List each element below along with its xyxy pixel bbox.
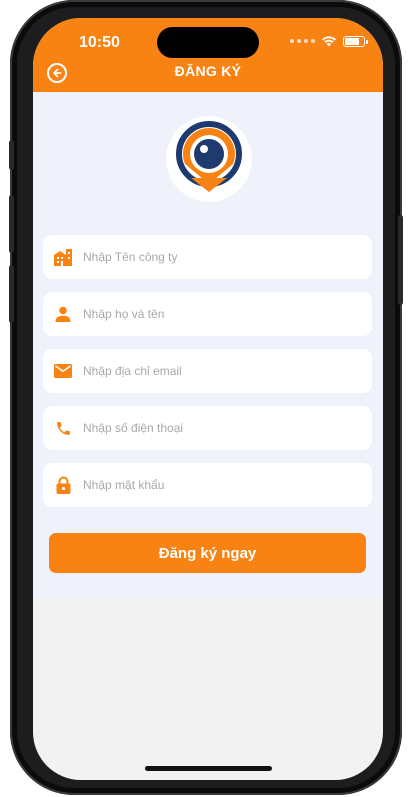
- eye-location-pin-logo: [166, 116, 252, 202]
- page-title: ĐĂNG KÝ: [174, 63, 242, 79]
- app-screen: 10:50 ĐĂNG KÝ Nhập Tên công ty Nhập họ v…: [33, 18, 383, 780]
- password-field[interactable]: [43, 463, 372, 507]
- wifi-icon: [322, 36, 336, 47]
- phone-input[interactable]: [83, 421, 353, 435]
- full-name-input[interactable]: [83, 307, 353, 321]
- password-input[interactable]: [83, 478, 353, 492]
- full-name-field[interactable]: [43, 292, 372, 336]
- home-indicator[interactable]: [145, 766, 272, 771]
- volume-up-button: [9, 195, 14, 253]
- power-button: [398, 215, 403, 305]
- phone-field[interactable]: [43, 406, 372, 450]
- battery-icon: [343, 35, 368, 47]
- person-icon: [53, 304, 73, 324]
- status-icons: [290, 35, 368, 47]
- company-name-input[interactable]: [83, 250, 353, 264]
- lock-icon: [53, 475, 73, 495]
- status-time: 10:50: [79, 34, 120, 51]
- email-input[interactable]: [83, 364, 353, 378]
- dynamic-island: [157, 27, 259, 58]
- header-bar: 10:50 ĐĂNG KÝ: [33, 18, 383, 92]
- company-name-field[interactable]: [43, 235, 372, 279]
- signal-icon: [290, 39, 315, 43]
- building-icon: [53, 247, 73, 267]
- register-button[interactable]: Đăng ký ngay: [49, 533, 366, 573]
- phone-icon: [53, 418, 73, 438]
- battery-fill: [345, 37, 360, 45]
- volume-down-button: [9, 265, 14, 323]
- email-field[interactable]: [43, 349, 372, 393]
- email-icon: [53, 361, 73, 381]
- mute-switch: [9, 140, 14, 170]
